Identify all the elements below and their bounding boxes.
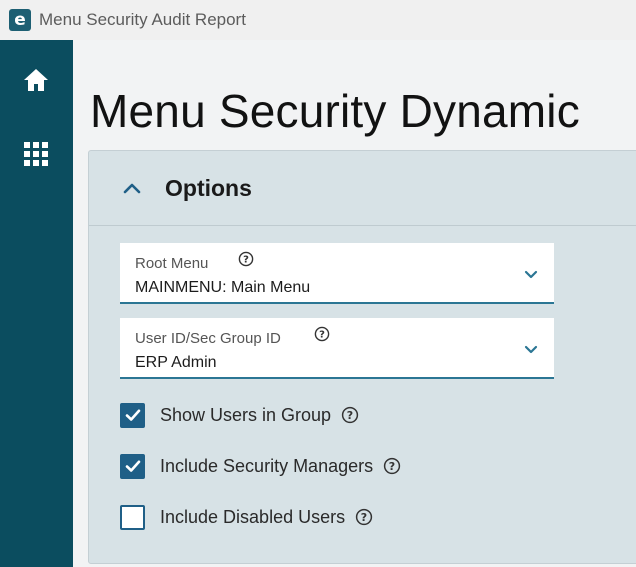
page-title: Menu Security Dynamic xyxy=(90,85,580,137)
user-id-select[interactable]: User ID/Sec Group ID ? ERP Admin xyxy=(120,318,554,379)
apps-grid-icon xyxy=(24,142,48,166)
app-logo: e xyxy=(9,9,31,31)
include-disabled-users-checkbox[interactable] xyxy=(120,504,145,530)
svg-text:?: ? xyxy=(361,511,367,524)
window-title: Menu Security Audit Report xyxy=(39,10,246,29)
user-id-label: User ID/Sec Group ID xyxy=(135,330,281,347)
help-icon[interactable]: ? xyxy=(355,508,373,526)
chevron-down-icon[interactable] xyxy=(522,265,540,283)
svg-text:?: ? xyxy=(347,409,353,422)
include-security-managers-option: Include Security Managers ? xyxy=(120,452,401,480)
user-id-value: ERP Admin xyxy=(135,354,217,371)
main-content: Menu Security Dynamic Options Root Menu … xyxy=(73,40,636,567)
svg-text:?: ? xyxy=(243,255,249,266)
sidebar-home-button[interactable] xyxy=(16,60,56,100)
root-menu-select[interactable]: Root Menu ? MAINMENU: Main Menu xyxy=(120,243,554,304)
show-users-in-group-option: Show Users in Group ? xyxy=(120,401,359,429)
help-icon[interactable]: ? xyxy=(314,326,330,342)
show-users-in-group-checkbox[interactable] xyxy=(120,402,145,428)
include-security-managers-checkbox[interactable] xyxy=(120,453,145,479)
help-icon[interactable]: ? xyxy=(341,406,359,424)
home-icon xyxy=(24,69,48,91)
options-panel-header[interactable]: Options xyxy=(89,151,636,226)
include-disabled-users-label[interactable]: Include Disabled Users xyxy=(160,507,345,528)
sidebar xyxy=(0,40,73,567)
window-titlebar: e Menu Security Audit Report xyxy=(0,0,636,40)
checkmark-icon xyxy=(125,460,140,472)
include-security-managers-label[interactable]: Include Security Managers xyxy=(160,456,373,477)
svg-text:?: ? xyxy=(319,330,325,341)
include-disabled-users-option: Include Disabled Users ? xyxy=(120,503,373,531)
help-icon[interactable]: ? xyxy=(383,457,401,475)
chevron-up-icon[interactable] xyxy=(122,176,146,200)
show-users-in-group-label[interactable]: Show Users in Group xyxy=(160,405,331,426)
sidebar-apps-button[interactable] xyxy=(16,134,56,174)
options-panel-title: Options xyxy=(165,174,252,201)
help-icon[interactable]: ? xyxy=(238,251,254,267)
root-menu-value: MAINMENU: Main Menu xyxy=(135,279,311,296)
svg-text:?: ? xyxy=(389,460,395,473)
root-menu-label: Root Menu xyxy=(135,255,209,272)
chevron-down-icon[interactable] xyxy=(522,340,540,358)
options-panel: Options Root Menu ? MAINMENU: Main Menu … xyxy=(88,150,636,564)
checkmark-icon xyxy=(125,409,140,421)
